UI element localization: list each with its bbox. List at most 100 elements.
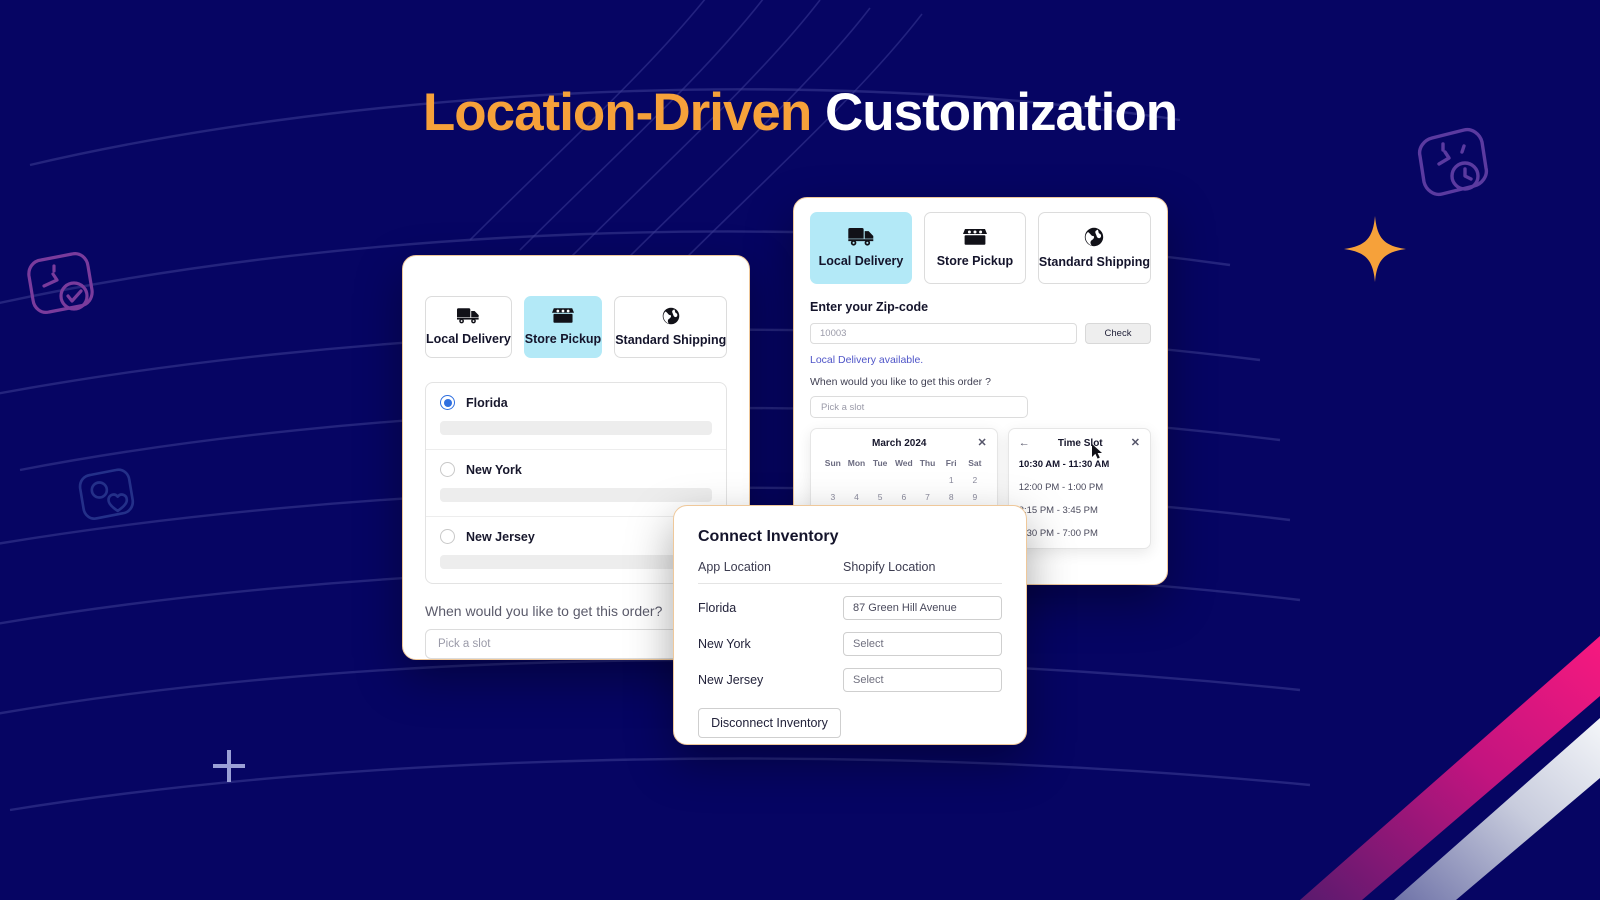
- pick-a-slot-placeholder: Pick a slot: [438, 638, 491, 650]
- method-tile-store-pickup[interactable]: Store Pickup: [923, 212, 1026, 284]
- time-slot-title: Time Slot: [1057, 438, 1103, 449]
- calendar-day-empty: [868, 475, 892, 485]
- calendar-weekday: Mon: [847, 458, 866, 468]
- method-tile-local-delivery[interactable]: Local Delivery: [425, 296, 512, 358]
- crosshair-marker-icon: [213, 750, 245, 782]
- sparkle-star-icon: [1344, 216, 1406, 282]
- calendar-day-empty: [845, 475, 869, 485]
- disconnect-inventory-button[interactable]: Disconnect Inventory: [698, 708, 841, 738]
- radio-new-york[interactable]: [440, 462, 455, 477]
- availability-note: Local Delivery available.: [810, 354, 924, 366]
- shopify-location-value: Select: [853, 674, 884, 686]
- check-button-label: Check: [1104, 328, 1132, 339]
- check-zip-button[interactable]: Check: [1085, 323, 1151, 344]
- app-location-label: Florida: [698, 601, 737, 615]
- time-slot-item[interactable]: 12:00 PM - 1:00 PM: [1019, 482, 1140, 493]
- calendar-day[interactable]: 6: [892, 492, 916, 502]
- globe-icon: [662, 307, 680, 325]
- modal-title: Connect Inventory: [698, 528, 839, 545]
- table-row: Florida 87 Green Hill Avenue: [698, 596, 1002, 620]
- globe-icon: [1085, 227, 1104, 247]
- calendar-day[interactable]: 8: [939, 492, 963, 502]
- store-icon: [962, 228, 987, 245]
- location-label: New Jersey: [466, 529, 535, 544]
- page-title: Location-Driven Customization: [0, 82, 1600, 143]
- store-icon: [551, 308, 574, 323]
- calendar-day[interactable]: 4: [845, 492, 869, 502]
- location-address-placeholder-bar: [440, 555, 712, 569]
- method-tile-label: Local Delivery: [818, 254, 904, 268]
- column-header-shopify-location: Shopify Location: [843, 560, 936, 574]
- truck-icon: [457, 308, 480, 324]
- method-tile-label: Standard Shipping: [615, 333, 727, 347]
- calendar-day-empty: [892, 475, 916, 485]
- shopify-location-select-florida[interactable]: 87 Green Hill Avenue: [843, 596, 1002, 620]
- delivery-method-selector: Local Delivery Store Pickup Standard Shi…: [810, 212, 1152, 284]
- close-icon[interactable]: ✕: [977, 438, 986, 449]
- calendar-day[interactable]: 7: [916, 492, 940, 502]
- diagonal-stripe-pink: [1300, 636, 1600, 900]
- location-address-placeholder-bar: [440, 488, 712, 502]
- page-title-rest: Customization: [811, 83, 1178, 142]
- pick-a-slot-input[interactable]: Pick a slot: [810, 396, 1028, 418]
- mouse-cursor-icon: [1092, 444, 1102, 459]
- calendar-day-empty: [821, 475, 845, 485]
- method-tile-label: Standard Shipping: [1038, 255, 1151, 269]
- calendar-weekday: Fri: [945, 458, 957, 468]
- app-location-label: New York: [698, 637, 751, 651]
- table-row: New Jersey Select: [698, 668, 1002, 692]
- method-tile-label: Local Delivery: [426, 332, 511, 346]
- calendar-weekday: Tue: [872, 458, 888, 468]
- arrow-left-icon[interactable]: ←: [1019, 438, 1030, 449]
- calendar-header: March 2024 ✕: [821, 438, 987, 450]
- shopify-location-select-new-jersey[interactable]: Select: [843, 668, 1002, 692]
- location-option-florida[interactable]: Florida: [426, 383, 726, 450]
- calendar-weekday: Sun: [824, 458, 841, 468]
- time-slot-header: ← Time Slot ✕: [1019, 438, 1140, 450]
- location-label: New York: [466, 462, 522, 477]
- method-tile-label: Store Pickup: [524, 332, 602, 346]
- shopify-location-select-new-york[interactable]: Select: [843, 632, 1002, 656]
- method-tile-local-delivery[interactable]: Local Delivery: [810, 212, 912, 284]
- calendar-month-title: March 2024: [871, 438, 927, 449]
- method-tile-label: Store Pickup: [936, 253, 1014, 268]
- calendar-weekday: Sat: [968, 458, 982, 468]
- calendar-day[interactable]: 1: [939, 475, 963, 485]
- time-slot-list: 10:30 AM - 11:30 AM 12:00 PM - 1:00 PM 3…: [1019, 459, 1140, 539]
- location-address-placeholder-bar: [440, 421, 712, 435]
- column-header-app-location: App Location: [698, 560, 771, 574]
- method-tile-store-pickup[interactable]: Store Pickup: [523, 296, 603, 358]
- pick-a-slot-placeholder: Pick a slot: [821, 401, 865, 413]
- page-title-accent: Location-Driven: [422, 83, 812, 142]
- order-time-question: When would you like to get this order ?: [810, 376, 991, 388]
- inventory-table-header: App Location Shopify Location: [698, 560, 1002, 584]
- table-row: New York Select: [698, 632, 1002, 656]
- radio-florida[interactable]: [440, 395, 455, 410]
- delivery-method-selector: Local Delivery Store Pickup Standard Shi…: [425, 296, 728, 358]
- location-label: Florida: [466, 395, 508, 410]
- calendar-weekday: Thu: [919, 458, 936, 468]
- method-tile-standard-shipping[interactable]: Standard Shipping: [614, 296, 728, 358]
- calendar-day-empty: [916, 475, 940, 485]
- time-slot-item[interactable]: 10:30 AM - 11:30 AM: [1019, 459, 1140, 470]
- truck-icon: [848, 228, 874, 246]
- shopify-location-value: 87 Green Hill Avenue: [853, 602, 957, 614]
- time-slot-popover: ← Time Slot ✕ 10:30 AM - 11:30 AM 12:00 …: [1007, 428, 1151, 549]
- time-slot-item[interactable]: 3:15 PM - 3:45 PM: [1019, 505, 1140, 516]
- calendar-day[interactable]: 9: [963, 492, 987, 502]
- calendar-weekday: Wed: [894, 458, 913, 468]
- method-tile-standard-shipping[interactable]: Standard Shipping: [1037, 212, 1152, 284]
- zip-code-placeholder: 10003: [820, 328, 847, 339]
- shopify-location-value: Select: [853, 638, 884, 650]
- zip-code-input[interactable]: 10003: [810, 323, 1077, 344]
- delivery-check-badge-icon: [27, 252, 94, 314]
- calendar-day[interactable]: 5: [868, 492, 892, 502]
- connect-inventory-modal: Connect Inventory App Location Shopify L…: [673, 505, 1027, 745]
- time-slot-item[interactable]: 6:30 PM - 7:00 PM: [1019, 528, 1140, 539]
- close-icon[interactable]: ✕: [1131, 438, 1140, 449]
- app-location-label: New Jersey: [698, 673, 764, 687]
- calendar-day[interactable]: 3: [821, 492, 845, 502]
- calendar-day[interactable]: 2: [963, 475, 987, 485]
- package-heart-badge-icon: [78, 468, 135, 520]
- radio-new-jersey[interactable]: [440, 529, 455, 544]
